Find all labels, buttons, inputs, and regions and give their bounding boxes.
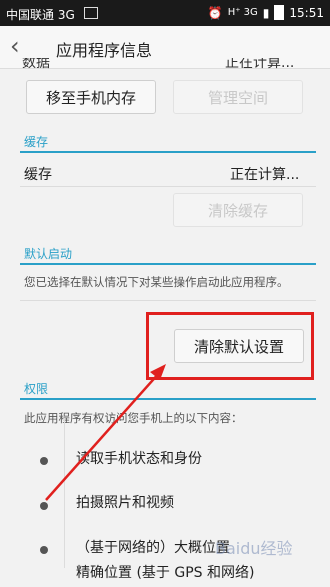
watermark: Baidu经验 — [215, 539, 293, 558]
annotation-arrow — [45, 364, 166, 501]
